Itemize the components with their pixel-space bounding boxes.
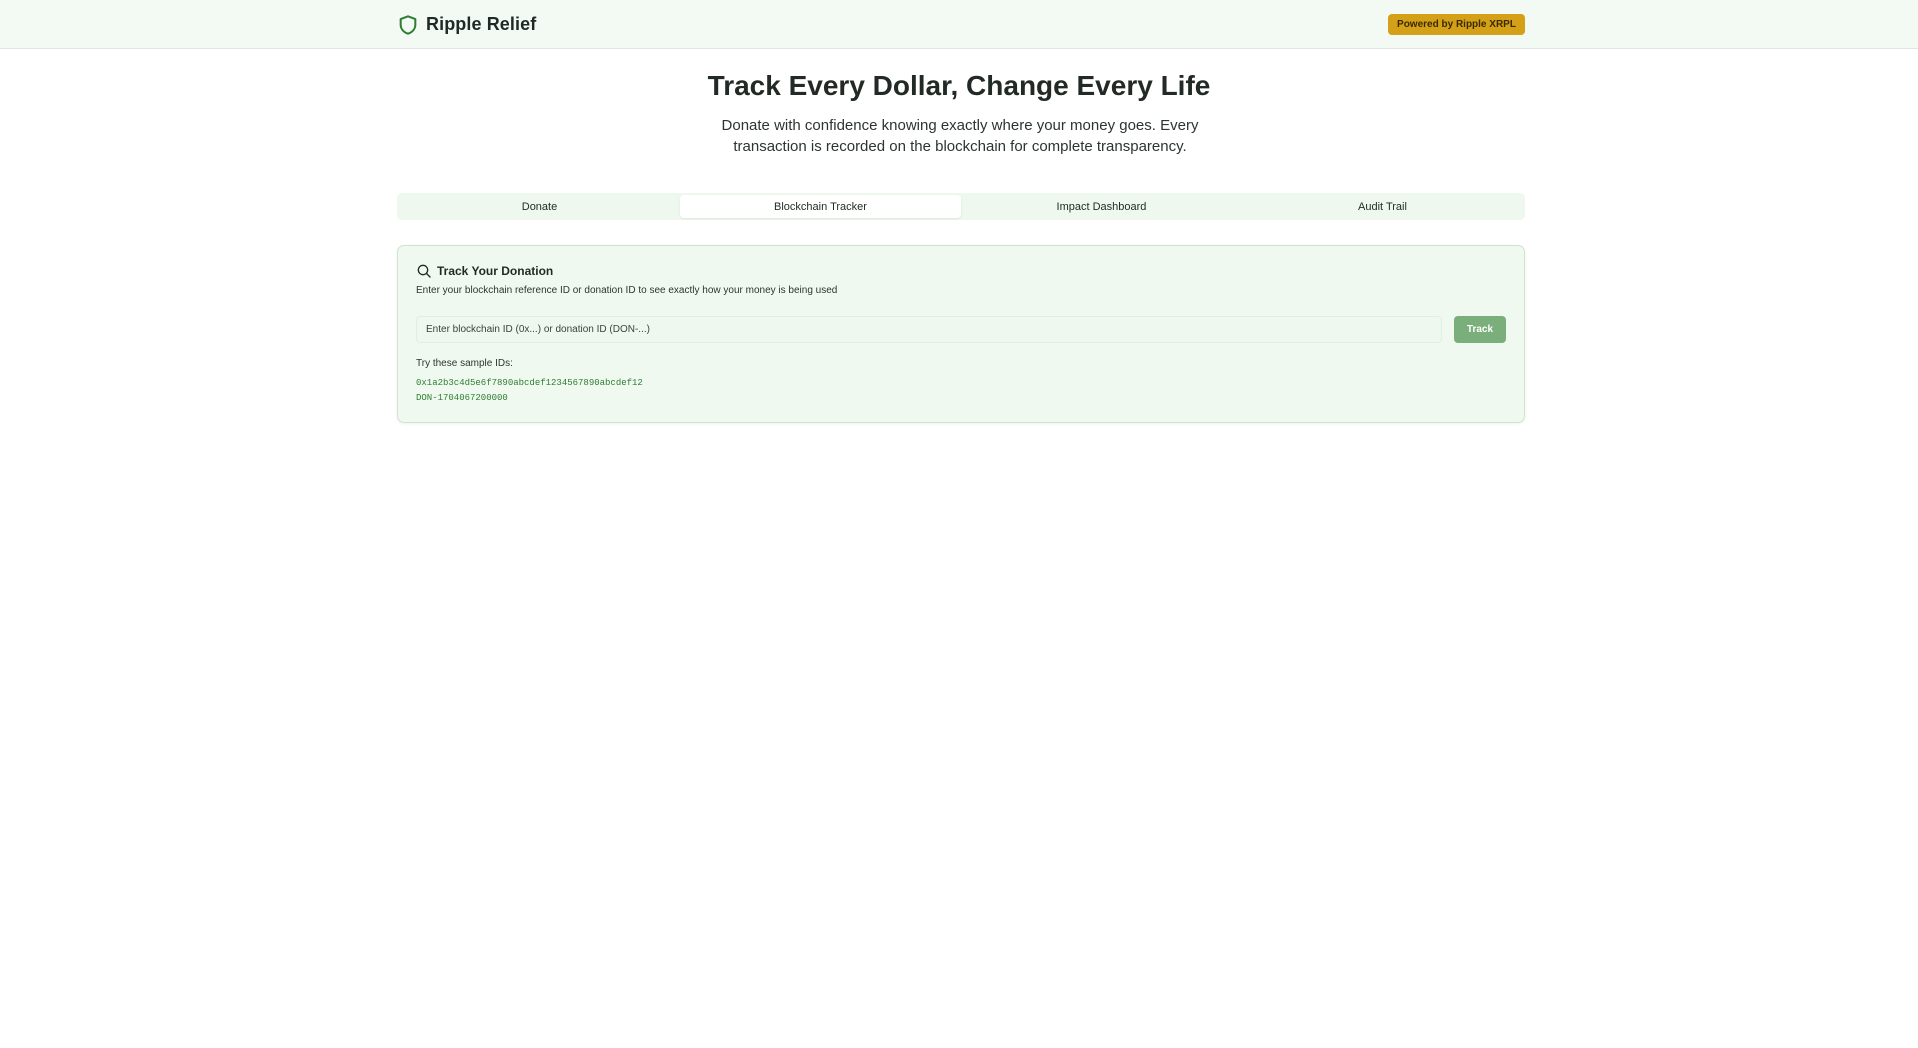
tab-audit-trail[interactable]: Audit Trail bbox=[1242, 195, 1523, 218]
card-description: Enter your blockchain reference ID or do… bbox=[416, 285, 838, 296]
tab-blockchain-tracker[interactable]: Blockchain Tracker bbox=[680, 195, 961, 218]
sample-ids-label: Try these sample IDs: bbox=[416, 358, 513, 369]
search-icon bbox=[417, 264, 431, 278]
tracking-id-input[interactable] bbox=[416, 316, 1442, 343]
sample-id-blockchain[interactable]: 0x1a2b3c4d5e6f7890abcdef1234567890abcdef… bbox=[416, 378, 643, 388]
card-title: Track Your Donation bbox=[437, 264, 554, 278]
page-title: Track Every Dollar, Change Every Life bbox=[707, 70, 1211, 101]
brand-logo[interactable]: Ripple Relief bbox=[397, 12, 536, 37]
track-donation-card: Track Your Donation Enter your blockchai… bbox=[397, 245, 1525, 423]
shield-icon bbox=[399, 14, 417, 35]
tab-impact-dashboard[interactable]: Impact Dashboard bbox=[961, 195, 1242, 218]
top-header: Ripple Relief Powered by Ripple XRPL bbox=[0, 0, 1918, 49]
sample-id-donation[interactable]: DON-1704067200000 bbox=[416, 393, 508, 403]
main-tabs: Donate Blockchain Tracker Impact Dashboa… bbox=[397, 193, 1525, 220]
tab-donate[interactable]: Donate bbox=[399, 195, 680, 218]
card-header: Track Your Donation bbox=[416, 263, 553, 279]
track-button[interactable]: Track bbox=[1454, 316, 1506, 343]
powered-by-badge: Powered by Ripple XRPL bbox=[1388, 14, 1525, 35]
brand-name: Ripple Relief bbox=[426, 14, 537, 34]
page-subtitle: Donate with confidence knowing exactly w… bbox=[721, 117, 1199, 155]
